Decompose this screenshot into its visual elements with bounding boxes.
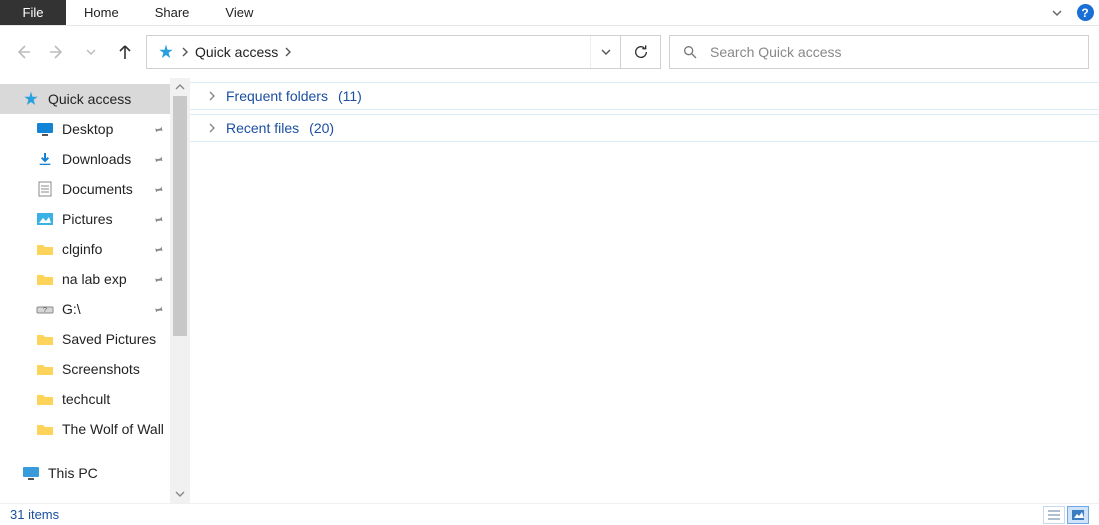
tab-view[interactable]: View — [207, 0, 271, 25]
sidebar-scrollbar[interactable] — [170, 78, 190, 503]
pin-icon — [151, 301, 166, 316]
pin-icon — [151, 181, 166, 196]
search-box[interactable] — [669, 35, 1089, 69]
sidebar-item-folder[interactable]: The Wolf of Wall — [0, 414, 170, 444]
desktop-icon — [36, 121, 54, 137]
sidebar-item-this-pc[interactable]: This PC — [0, 458, 170, 488]
view-details-button[interactable] — [1043, 506, 1065, 524]
sidebar-item-label: techcult — [62, 391, 110, 407]
tab-home[interactable]: Home — [66, 0, 137, 25]
sidebar-item-folder[interactable]: techcult — [0, 384, 170, 414]
sidebar-item-folder[interactable]: na lab exp — [0, 264, 170, 294]
drive-icon: ? — [36, 301, 54, 317]
quick-access-star-icon — [22, 91, 40, 107]
sidebar-item-drive[interactable]: ? G:\ — [0, 294, 170, 324]
breadcrumb-separator-icon — [284, 47, 292, 57]
group-label: Recent files — [226, 120, 299, 136]
sidebar-item-label: This PC — [48, 465, 98, 481]
scroll-down-icon[interactable] — [175, 489, 185, 499]
tab-share[interactable]: Share — [137, 0, 208, 25]
chevron-right-icon — [208, 123, 216, 133]
group-recent-files[interactable]: Recent files (20) — [190, 114, 1099, 142]
status-item-count: 31 items — [10, 507, 59, 522]
up-button[interactable] — [112, 39, 138, 65]
group-count: (11) — [338, 88, 362, 104]
sidebar-item-label: G:\ — [62, 301, 81, 317]
address-path[interactable]: Quick access — [147, 44, 590, 60]
details-view-icon — [1047, 509, 1061, 521]
sidebar-item-label: na lab exp — [62, 271, 127, 287]
content-pane: Frequent folders (11) Recent files (20) — [190, 78, 1099, 503]
folder-icon — [36, 391, 54, 407]
pictures-icon — [36, 211, 54, 227]
folder-icon — [36, 331, 54, 347]
folder-icon — [36, 361, 54, 377]
group-frequent-folders[interactable]: Frequent folders (11) — [190, 82, 1099, 110]
help-button[interactable]: ? — [1071, 0, 1099, 25]
view-thumbnails-button[interactable] — [1067, 506, 1089, 524]
scroll-up-icon[interactable] — [175, 82, 185, 92]
sidebar-item-quick-access[interactable]: Quick access — [0, 84, 170, 114]
navigation-pane: Quick access Desktop Downloads — [0, 78, 190, 503]
refresh-button[interactable] — [620, 36, 660, 68]
pin-icon — [151, 241, 166, 256]
downloads-icon — [36, 151, 54, 167]
documents-icon — [36, 181, 54, 197]
quick-access-star-icon — [157, 44, 175, 60]
sidebar-item-label: Documents — [62, 181, 133, 197]
sidebar-item-label: Quick access — [48, 91, 131, 107]
search-icon — [682, 44, 698, 60]
sidebar-item-downloads[interactable]: Downloads — [0, 144, 170, 174]
status-bar: 31 items — [0, 503, 1099, 525]
sidebar-item-label: The Wolf of Wall — [62, 421, 164, 437]
sidebar-item-label: Desktop — [62, 121, 113, 137]
pin-icon — [151, 121, 166, 136]
sidebar-item-label: Pictures — [62, 211, 113, 227]
breadcrumb-location[interactable]: Quick access — [195, 44, 278, 60]
this-pc-icon — [22, 465, 40, 481]
sidebar-item-label: Screenshots — [62, 361, 140, 377]
chevron-right-icon — [208, 91, 216, 101]
scrollbar-thumb[interactable] — [173, 96, 187, 336]
forward-button[interactable] — [44, 39, 70, 65]
search-input[interactable] — [710, 44, 1076, 60]
ribbon-tabs: File Home Share View ? — [0, 0, 1099, 26]
address-bar[interactable]: Quick access — [146, 35, 661, 69]
sidebar-item-folder[interactable]: Screenshots — [0, 354, 170, 384]
navigation-row: Quick access — [0, 26, 1099, 78]
sidebar-item-desktop[interactable]: Desktop — [0, 114, 170, 144]
folder-icon — [36, 421, 54, 437]
back-button[interactable] — [10, 39, 36, 65]
svg-text:?: ? — [43, 307, 47, 314]
folder-icon — [36, 241, 54, 257]
sidebar-item-documents[interactable]: Documents — [0, 174, 170, 204]
address-history-button[interactable] — [590, 36, 620, 68]
sidebar-item-label: Downloads — [62, 151, 131, 167]
recent-locations-button[interactable] — [78, 39, 104, 65]
pin-icon — [151, 211, 166, 226]
pin-icon — [151, 151, 166, 166]
sidebar-item-pictures[interactable]: Pictures — [0, 204, 170, 234]
thumbnails-view-icon — [1071, 509, 1085, 521]
pin-icon — [151, 271, 166, 286]
sidebar-item-folder[interactable]: clginfo — [0, 234, 170, 264]
ribbon-collapse-button[interactable] — [1043, 0, 1071, 25]
sidebar-item-folder[interactable]: Saved Pictures — [0, 324, 170, 354]
help-icon: ? — [1077, 4, 1094, 21]
group-count: (20) — [309, 120, 334, 136]
breadcrumb-separator-icon — [181, 47, 189, 57]
tab-file[interactable]: File — [0, 0, 66, 25]
sidebar-item-label: Saved Pictures — [62, 331, 156, 347]
sidebar-item-label: clginfo — [62, 241, 102, 257]
group-label: Frequent folders — [226, 88, 328, 104]
folder-icon — [36, 271, 54, 287]
